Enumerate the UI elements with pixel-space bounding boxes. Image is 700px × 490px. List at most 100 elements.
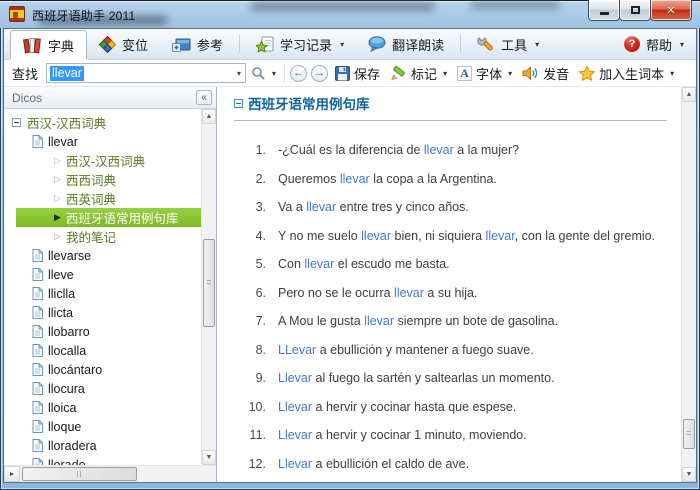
tree-item-llocalla[interactable]: llocalla	[4, 341, 201, 360]
sidebar-horizontal-scrollbar[interactable]: ◄ ►	[4, 465, 216, 482]
tree-item-lloque[interactable]: lloque	[4, 417, 201, 436]
sentence-segment: a hervir y cocinar 1 minuto, moviendo.	[312, 428, 527, 442]
tab-wrench[interactable]: 工具 ▾	[465, 29, 551, 59]
sidebar-collapse-button[interactable]: «	[196, 90, 212, 105]
font-button[interactable]: A 字体 ▾	[452, 62, 517, 84]
scroll-down-icon[interactable]: ▼	[202, 450, 216, 465]
speaker-button[interactable]: 发音	[517, 62, 574, 84]
tree-item-label: llorado	[48, 457, 86, 466]
speech-bubble-icon	[368, 36, 386, 52]
tree-expand-icon[interactable]: ▷	[52, 174, 63, 185]
tree-collapse-icon[interactable]	[12, 118, 21, 127]
star-button[interactable]: 加入生词本 ▾	[574, 62, 679, 84]
scroll-up-icon[interactable]: ▲	[682, 87, 696, 102]
tree-item-label: llocántaro	[48, 362, 103, 377]
tab-books[interactable]: 字典	[10, 30, 88, 59]
sentence-segment: siempre un bote de gasolina.	[394, 314, 559, 328]
tree-expand-icon[interactable]: ▷	[52, 155, 63, 166]
sentence-text: LLevar a ebullición y mantener a fuego s…	[278, 341, 671, 359]
search-input[interactable]: llevar ▾	[46, 63, 247, 83]
doc-icon	[32, 458, 43, 465]
search-options-button[interactable]: ▾	[246, 62, 281, 84]
sentence-text: Llevar al fuego la sartén y saltearlas u…	[278, 369, 671, 387]
word-link[interactable]: llevar	[486, 229, 515, 243]
sidebar-vertical-scrollbar[interactable]: ▲ ▼	[201, 109, 216, 465]
word-link[interactable]: LLevar	[278, 343, 316, 357]
tree-item-llicta[interactable]: llicta	[4, 303, 201, 322]
tree-item-dict[interactable]: ▷ 西西词典	[4, 170, 201, 189]
tab-label: 学习记录	[280, 37, 333, 53]
dictionary-sidebar: Dicos « 西汉-汉西词典 llevar ▷ 西汉-汉西词典 ▷ 西西词典 ▷ 西英词典 ▶…	[4, 87, 217, 482]
forward-button[interactable]: →	[311, 64, 329, 82]
tree-item-label: lloque	[48, 419, 82, 434]
tree-item-llorado[interactable]: llorado	[4, 455, 201, 465]
sentence-text: Y no me suelo llevar bien, ni siquiera l…	[278, 227, 671, 245]
tree-item-lloica[interactable]: lloica	[4, 398, 201, 417]
scroll-down-icon[interactable]: ▼	[682, 467, 696, 482]
back-button[interactable]: ←	[290, 64, 308, 82]
tree-item-dict[interactable]: ▶ 西班牙语常用例句库	[4, 208, 201, 227]
button-label: 标记	[411, 66, 438, 82]
sentence-text: Llevar a hervir y cocinar hasta que espe…	[278, 398, 671, 416]
tab-label: 变位	[122, 37, 149, 53]
tree-expand-icon[interactable]: ▷	[52, 231, 63, 242]
close-button[interactable]: ✕	[650, 0, 692, 21]
tab-folder[interactable]: 参考	[160, 29, 235, 59]
doc-icon	[32, 382, 43, 395]
font-icon: A	[457, 65, 473, 81]
cubes-icon	[99, 35, 117, 53]
word-link[interactable]: llevar	[306, 200, 336, 214]
word-link[interactable]: llevar	[364, 314, 394, 328]
tree-item-dict[interactable]: 西汉-汉西词典	[4, 113, 201, 132]
word-link[interactable]: llevar	[361, 229, 391, 243]
tree-item-lliclla[interactable]: lliclla	[4, 284, 201, 303]
tree-item-label: 西西词典	[66, 174, 117, 188]
tree-item-llocántaro[interactable]: llocántaro	[4, 360, 201, 379]
save-button[interactable]: 保存	[330, 62, 385, 84]
doc-icon	[32, 344, 43, 357]
tree-item-label: llevarse	[48, 248, 92, 263]
sentence-number: 8.	[255, 342, 266, 357]
marker-button[interactable]: 标记 ▾	[385, 62, 452, 84]
word-link[interactable]: Llevar	[278, 457, 312, 471]
button-label: 字体	[476, 66, 503, 82]
tree-item-label: 西英词典	[66, 193, 117, 207]
word-link[interactable]: Llevar	[278, 371, 312, 385]
scrollbar-thumb[interactable]	[683, 419, 695, 449]
tree-expand-icon[interactable]: ▶	[52, 212, 63, 223]
word-link[interactable]: llevar	[394, 286, 424, 300]
tab-label: 翻译朗读	[392, 37, 445, 53]
tree-item-dict[interactable]: ▷ 西汉-汉西词典	[4, 151, 201, 170]
scroll-up-icon[interactable]: ▲	[202, 109, 216, 124]
scroll-right-icon[interactable]: ►	[4, 466, 20, 482]
tab-cubes[interactable]: 变位	[87, 29, 160, 59]
tree-item-dict[interactable]: ▷ 我的笔记	[4, 227, 201, 246]
tree-item-label: llicta	[48, 305, 74, 320]
maximize-button[interactable]	[619, 0, 651, 21]
tree-item-lleve[interactable]: lleve	[4, 265, 201, 284]
title-bar[interactable]: 西班牙语助手 2011 ✕	[0, 0, 700, 28]
tab-study-record[interactable]: 学习记录 ▾	[244, 29, 356, 59]
tab-help[interactable]: ? 帮助 ▾	[612, 29, 696, 59]
scrollbar-thumb[interactable]	[22, 467, 137, 481]
tree-item-llocura[interactable]: llocura	[4, 379, 201, 398]
word-link[interactable]: llevar	[340, 172, 370, 186]
content-vertical-scrollbar[interactable]: ▲ ▼	[681, 87, 696, 482]
tree-item-llevarse[interactable]: llevarse	[4, 246, 201, 265]
minimize-button[interactable]	[588, 0, 620, 21]
tree-expand-icon[interactable]: ▷	[52, 193, 63, 204]
tree-item-lloradera[interactable]: lloradera	[4, 436, 201, 455]
search-dropdown-icon[interactable]: ▾	[233, 69, 245, 78]
word-link[interactable]: llevar	[304, 257, 334, 271]
word-link[interactable]: Llevar	[278, 400, 312, 414]
main-toolbar: 字典 变位 参考 学习记录 ▾ 翻译朗读 工具 ▾ ? 帮助 ▾	[4, 29, 696, 60]
tree-item-llevar[interactable]: llevar	[4, 132, 201, 151]
tree-item-llobarro[interactable]: llobarro	[4, 322, 201, 341]
word-link[interactable]: llevar	[424, 143, 454, 157]
tab-speech-bubble[interactable]: 翻译朗读	[356, 29, 456, 59]
scrollbar-thumb[interactable]	[203, 239, 215, 327]
collapse-section-icon[interactable]	[234, 98, 243, 108]
tree-item-dict[interactable]: ▷ 西英词典	[4, 189, 201, 208]
dictionary-tree: 西汉-汉西词典 llevar ▷ 西汉-汉西词典 ▷ 西西词典 ▷ 西英词典 ▶ 西班牙语常用例句…	[4, 109, 201, 465]
word-link[interactable]: Llevar	[278, 428, 312, 442]
